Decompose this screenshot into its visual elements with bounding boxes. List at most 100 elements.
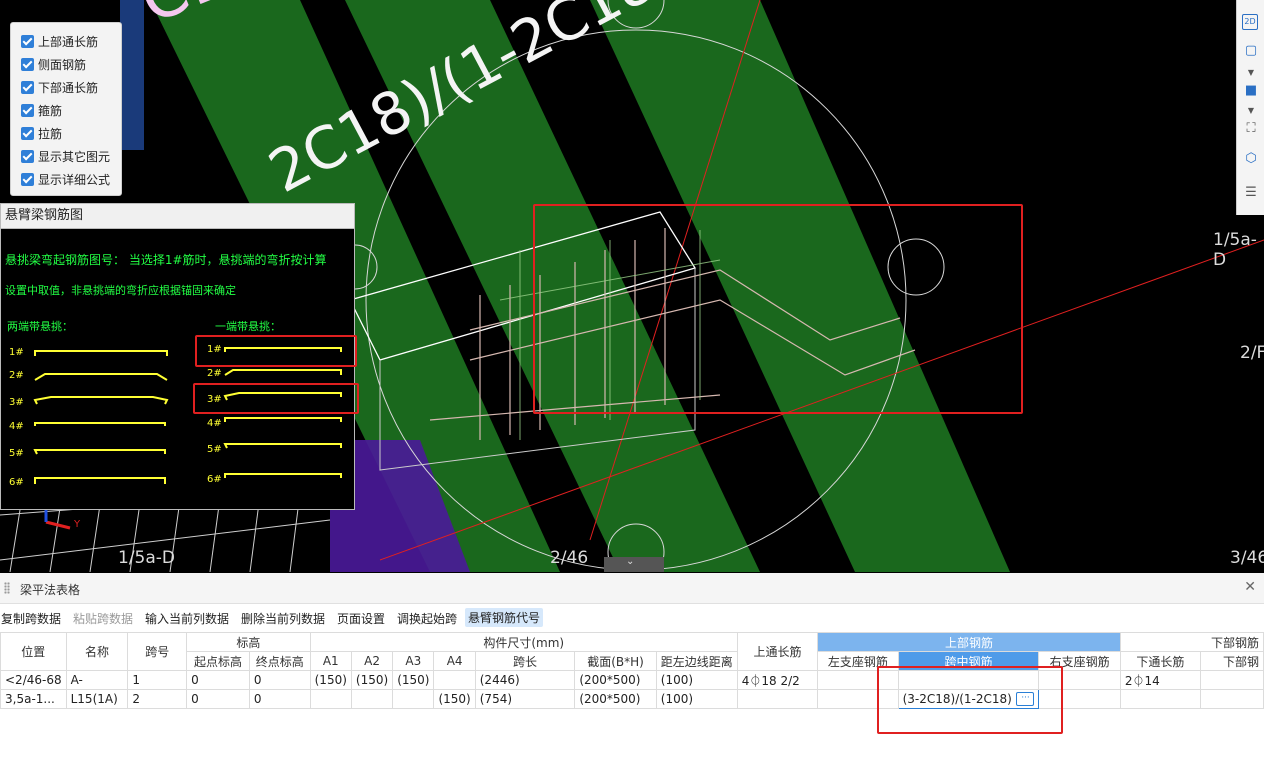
axis-label: 3/46 bbox=[1230, 548, 1264, 568]
panel-header: 梁平法表格 ✕ bbox=[0, 573, 1264, 604]
cell-name[interactable]: L15(1A) bbox=[65, 689, 129, 709]
cell-span[interactable]: 2 bbox=[127, 689, 188, 709]
cell-end-elev[interactable]: 0 bbox=[248, 689, 311, 709]
col-header-a1: A1 bbox=[309, 651, 352, 671]
page-setup-button[interactable]: 页面设置 bbox=[337, 610, 385, 627]
axis-label: 1/5a-D bbox=[118, 548, 176, 568]
cell-a1[interactable] bbox=[309, 689, 352, 709]
col-header-edge-distance: 距左边线距离 bbox=[655, 651, 738, 671]
cell-bottom-partial[interactable] bbox=[1199, 670, 1264, 690]
col-header-end-elev: 终点标高 bbox=[248, 651, 311, 671]
cell-a2[interactable] bbox=[350, 689, 394, 709]
highlight-box-1 bbox=[195, 335, 357, 367]
checkbox-side-rebar[interactable]: 侧面钢筋 bbox=[21, 54, 86, 74]
cell-position[interactable]: <2/46-68 bbox=[0, 670, 67, 690]
col-header-dims: 构件尺寸(mm) bbox=[309, 632, 738, 652]
cell-edge-distance[interactable]: (100) bbox=[655, 670, 738, 690]
axis-label: 2/46 bbox=[550, 548, 589, 568]
cell-section[interactable]: (200*500) bbox=[574, 670, 657, 690]
side-panel-strip bbox=[120, 0, 144, 150]
checkbox-icon[interactable] bbox=[21, 126, 34, 140]
panel-title: 梁平法表格 bbox=[20, 583, 81, 597]
display-options-panel: 上部通长筋 侧面钢筋 下部通长筋 箍筋 拉筋 显示其它图元 显示详细公式 bbox=[10, 22, 122, 196]
fullscreen-icon[interactable]: ⛶ bbox=[1242, 120, 1260, 138]
col-header-a3: A3 bbox=[392, 651, 435, 671]
table-row[interactable]: <2/46-68 A- 1 0 0 (150) (150) (150) (244… bbox=[0, 670, 1264, 690]
chevron-down-icon[interactable]: ▼ bbox=[1242, 102, 1260, 120]
checkbox-bottom-long-rebar[interactable]: 下部通长筋 bbox=[21, 77, 98, 97]
col-header-a2: A2 bbox=[350, 651, 394, 671]
checkbox-icon[interactable] bbox=[21, 57, 34, 71]
cell-bottom-long[interactable]: 2⏀14 bbox=[1119, 670, 1201, 690]
col-header-elevation: 标高 bbox=[186, 632, 311, 652]
input-column-button[interactable]: 输入当前列数据 bbox=[145, 610, 229, 627]
axis-label: 2/F bbox=[1240, 343, 1264, 363]
cell-end-elev[interactable]: 0 bbox=[248, 670, 311, 690]
axis-marker: Y bbox=[74, 519, 81, 530]
highlight-box-3 bbox=[193, 383, 359, 414]
cell-a1[interactable]: (150) bbox=[309, 670, 352, 690]
checkbox-top-long-rebar[interactable]: 上部通长筋 bbox=[21, 31, 98, 51]
cell-name[interactable]: A- bbox=[65, 670, 129, 690]
paste-span-button[interactable]: 粘贴跨数据 bbox=[73, 610, 133, 627]
col-header-section: 截面(B*H) bbox=[574, 651, 657, 671]
cell-a4[interactable]: (150) bbox=[433, 689, 476, 709]
cell-a2[interactable]: (150) bbox=[350, 670, 394, 690]
view-toolbar: 2D ▢ ▼ ■ ▼ ⛶ ⬡ ☰ bbox=[1236, 0, 1264, 215]
swap-start-span-button[interactable]: 调换起始跨 bbox=[397, 610, 457, 627]
copy-span-button[interactable]: 复制跨数据 bbox=[1, 610, 61, 627]
collapse-chevron-icon[interactable]: ⌄ bbox=[626, 556, 634, 567]
col-header-bottom-long: 下通长筋 bbox=[1119, 651, 1201, 671]
cantilever-code-button[interactable]: 悬臂钢筋代号 bbox=[465, 608, 544, 627]
col-header-a4: A4 bbox=[433, 651, 476, 671]
isometric-icon[interactable]: ⬡ bbox=[1242, 150, 1260, 168]
cell-start-elev[interactable]: 0 bbox=[186, 670, 250, 690]
box-view-icon[interactable]: ▢ bbox=[1242, 42, 1260, 60]
col-header-top-rebar: 上部钢筋 bbox=[817, 632, 1121, 652]
col-header-span: 跨号 bbox=[127, 632, 188, 671]
cell-edge-distance[interactable]: (100) bbox=[655, 689, 738, 709]
drag-handle-icon[interactable] bbox=[4, 582, 10, 594]
cell-top-long[interactable] bbox=[736, 689, 819, 709]
checkbox-icon[interactable] bbox=[21, 34, 34, 48]
checkbox-icon[interactable] bbox=[21, 103, 34, 117]
cell-span-length[interactable]: (754) bbox=[474, 689, 576, 709]
chevron-down-icon[interactable]: ▼ bbox=[1242, 64, 1260, 82]
checkbox-icon[interactable] bbox=[21, 172, 34, 186]
table-row[interactable]: 3,5a-1... L15(1A) 2 0 0 (150) (754) (200… bbox=[0, 689, 1264, 709]
cell-a3[interactable]: (150) bbox=[392, 670, 435, 690]
cell-span-length[interactable]: (2446) bbox=[474, 670, 576, 690]
checkbox-tie-bar[interactable]: 拉筋 bbox=[21, 123, 62, 143]
cell-a3[interactable] bbox=[392, 689, 435, 709]
cell-start-elev[interactable]: 0 bbox=[186, 689, 250, 709]
checkbox-show-formula[interactable]: 显示详细公式 bbox=[21, 169, 110, 189]
cube-view-icon[interactable]: ■ bbox=[1242, 82, 1260, 100]
cell-bottom-partial[interactable] bbox=[1199, 689, 1264, 709]
cell-span[interactable]: 1 bbox=[127, 670, 188, 690]
checkbox-icon[interactable] bbox=[21, 80, 34, 94]
cell-top-long[interactable]: 4⏀18 2/2 bbox=[736, 670, 819, 690]
cell-section[interactable]: (200*500) bbox=[574, 689, 657, 709]
axis-label: 1/5a-D bbox=[1213, 230, 1257, 270]
highlight-box-cell bbox=[877, 666, 1063, 734]
beam-table-panel: 梁平法表格 ✕ 复制跨数据 粘贴跨数据 输入当前列数据 删除当前列数据 页面设置… bbox=[0, 573, 1264, 767]
delete-column-button[interactable]: 删除当前列数据 bbox=[241, 610, 325, 627]
cell-position[interactable]: 3,5a-1... bbox=[0, 689, 67, 709]
col-header-start-elev: 起点标高 bbox=[186, 651, 250, 671]
col-header-bottom-rebar: 下部钢筋 bbox=[1119, 632, 1264, 652]
list-settings-icon[interactable]: ☰ bbox=[1242, 184, 1260, 202]
checkbox-stirrup[interactable]: 箍筋 bbox=[21, 100, 62, 120]
col-header-top-long: 上通长筋 bbox=[736, 632, 819, 671]
table-toolbar: 复制跨数据 粘贴跨数据 输入当前列数据 删除当前列数据 页面设置 调换起始跨 悬… bbox=[0, 604, 1264, 630]
checkbox-icon[interactable] bbox=[21, 149, 34, 163]
col-header-span-length: 跨长 bbox=[474, 651, 576, 671]
highlight-box bbox=[533, 204, 1023, 414]
col-header-bottom-partial: 下部钢 bbox=[1199, 651, 1264, 671]
cantilever-beam-diagram-panel: 悬臂梁钢筋图 悬挑梁弯起钢筋图号： 当选择1#筋时，悬挑端的弯折按计算 设置中取… bbox=[0, 203, 359, 510]
checkbox-show-other[interactable]: 显示其它图元 bbox=[21, 146, 110, 166]
beam-table: 位置 名称 跨号 标高 构件尺寸(mm) 上通长筋 上部钢筋 下部钢筋 起点标高… bbox=[0, 632, 1264, 709]
view-2d-icon[interactable]: 2D bbox=[1242, 14, 1258, 30]
close-icon[interactable]: ✕ bbox=[1244, 579, 1256, 595]
cell-bottom-long[interactable] bbox=[1119, 689, 1201, 709]
cell-a4[interactable] bbox=[433, 670, 476, 690]
